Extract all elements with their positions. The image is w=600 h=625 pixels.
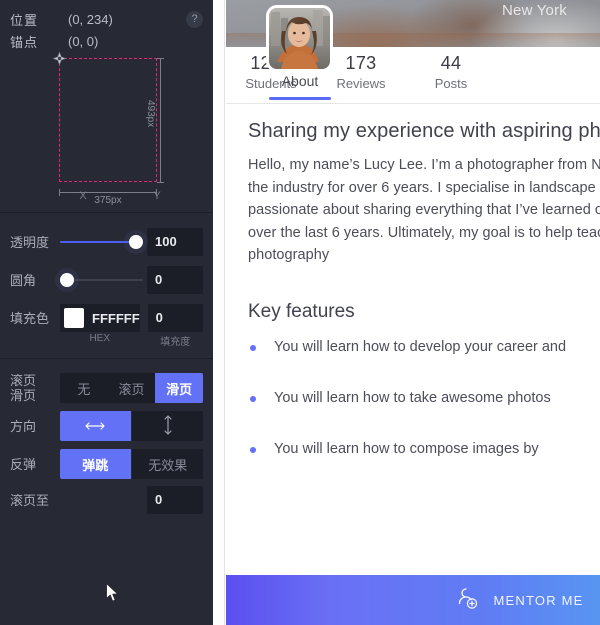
- measurement-preview: 493px 375px: [0, 46, 213, 206]
- list-item-label: You will learn how to take awesome photo…: [274, 389, 551, 406]
- avatar[interactable]: [266, 5, 333, 72]
- height-dimension-label: 493px: [145, 100, 156, 128]
- direction-label: 方向: [10, 418, 37, 434]
- scroll-mode-option-scroll[interactable]: 滚页: [107, 373, 156, 403]
- fill-hex-value[interactable]: FFFFFF: [92, 311, 140, 326]
- bounce-option-none[interactable]: 无效果: [132, 449, 203, 479]
- axis-header-row: X Y: [0, 190, 213, 212]
- direction-segmented: [60, 411, 203, 441]
- corner-radius-slider[interactable]: [60, 265, 143, 295]
- fill-opacity-value-field[interactable]: 0: [147, 304, 203, 332]
- anchor-point-icon[interactable]: [53, 52, 66, 65]
- list-item-label: You will learn how to develop your caree…: [274, 338, 567, 355]
- color-swatch[interactable]: [64, 308, 84, 328]
- position-label: 位置: [10, 12, 39, 28]
- scroll-to-value-field[interactable]: 0: [147, 486, 203, 514]
- tab-active-indicator: [269, 97, 331, 100]
- stat-posts-number: 44: [440, 53, 462, 73]
- scroll-mode-label: 滚页 滑页: [10, 373, 60, 403]
- position-row: 位置 (0, 234): [10, 8, 203, 30]
- phone-preview: New York About Students 173 Reviews 44 P…: [226, 0, 600, 625]
- opacity-value-field[interactable]: 100: [147, 228, 203, 256]
- avatar-image: [269, 8, 330, 69]
- stats-divider: [226, 103, 600, 104]
- bullet-dot-icon: [250, 344, 256, 351]
- mentor-me-label: MENTOR ME: [493, 592, 584, 608]
- hex-sub-label: HEX: [89, 333, 111, 344]
- corner-radius-slider-knob[interactable]: [60, 273, 74, 287]
- mouse-cursor: [106, 583, 119, 603]
- fill-color-row: 填充色 FFFFFF 0: [0, 299, 213, 337]
- bullet-dot-icon: [250, 395, 256, 402]
- help-icon[interactable]: ?: [186, 11, 203, 28]
- bounce-option-bounce[interactable]: 弹跳: [60, 449, 131, 479]
- scroll-section: 滚页 滑页 无 滚页 滑页 方向 反弹 弹跳 无效果 滚页至 0: [0, 359, 213, 527]
- bounce-segmented: 弹跳 无效果: [60, 449, 203, 479]
- list-item-label: You will learn how to compose images by: [274, 440, 539, 457]
- stat-posts[interactable]: 44 Posts: [406, 53, 496, 91]
- about-content[interactable]: Sharing my experience with aspiring phot…: [226, 104, 600, 460]
- scroll-to-label: 滚页至: [10, 492, 50, 508]
- mentor-me-button[interactable]: MENTOR ME: [226, 575, 600, 625]
- opacity-label: 透明度: [10, 234, 50, 250]
- scroll-mode-label-line1: 滚页: [10, 373, 37, 388]
- add-person-icon: [455, 586, 479, 615]
- fill-color-field[interactable]: FFFFFF: [60, 304, 140, 332]
- direction-option-vertical[interactable]: [132, 411, 203, 441]
- fill-color-label: 填充色: [10, 310, 50, 326]
- stat-posts-label: Posts: [434, 76, 468, 91]
- geometry-section: 位置 (0, 234) 锚点 (0, 0) ? 493px 375px X Y: [0, 0, 213, 212]
- about-heading: Sharing my experience with aspiring phot…: [248, 120, 600, 142]
- opacity-slider-fill: [60, 241, 136, 243]
- bounce-label: 反弹: [10, 456, 37, 472]
- scroll-mode-option-slide[interactable]: 滑页: [155, 373, 203, 403]
- tab-about[interactable]: About: [266, 73, 334, 89]
- opacity-slider-knob[interactable]: [129, 235, 143, 249]
- list-item: You will learn how to take awesome photo…: [248, 388, 600, 409]
- scroll-mode-label-line2: 滑页: [10, 388, 37, 403]
- opacity-slider[interactable]: [60, 227, 143, 257]
- list-item: You will learn how to compose images by: [248, 439, 600, 460]
- fill-opacity-sub-label: 填充度: [160, 337, 191, 348]
- corner-radius-value-field[interactable]: 0: [147, 266, 203, 294]
- selection-bounds[interactable]: [59, 58, 157, 182]
- scroll-mode-row: 滚页 滑页 无 滚页 滑页: [0, 369, 213, 407]
- vertical-arrow-icon: [163, 414, 173, 438]
- bullet-dot-icon: [250, 446, 256, 453]
- direction-option-horizontal[interactable]: [60, 411, 131, 441]
- corner-radius-label: 圆角: [10, 272, 37, 288]
- canvas-area: New York About Students 173 Reviews 44 P…: [213, 0, 600, 625]
- fill-sublabels-row: HEX 填充度: [0, 333, 213, 348]
- bounce-row: 反弹 弹跳 无效果: [0, 445, 213, 483]
- position-value: (0, 234): [68, 11, 113, 27]
- appearance-section: 透明度 100 圆角 0 填充色 FFFFFF 0 HEX 填充度: [0, 213, 213, 358]
- about-paragraph: Hello, my name’s Lucy Lee. I’m a photogr…: [248, 157, 600, 263]
- app-root: 位置 (0, 234) 锚点 (0, 0) ? 493px 375px X Y …: [0, 0, 600, 625]
- opacity-row: 透明度 100: [0, 223, 213, 261]
- key-features-list: You will learn how to develop your caree…: [248, 337, 600, 460]
- height-dimension-line: [157, 58, 164, 183]
- corner-radius-row: 圆角 0: [0, 261, 213, 299]
- scroll-to-row: 滚页至 0: [0, 483, 213, 517]
- axis-x-label: X: [79, 190, 87, 202]
- axis-y-label: Y: [153, 190, 161, 202]
- scroll-mode-segmented: 无 滚页 滑页: [60, 373, 203, 403]
- canvas-gutter: [213, 0, 225, 625]
- horizontal-arrow-icon: [85, 419, 105, 434]
- direction-row: 方向: [0, 407, 213, 445]
- key-features-heading: Key features: [248, 300, 355, 322]
- inspector-panel: 位置 (0, 234) 锚点 (0, 0) ? 493px 375px X Y …: [0, 0, 213, 625]
- tab-about-label: About: [281, 73, 319, 89]
- scroll-mode-option-none[interactable]: 无: [60, 373, 108, 403]
- list-item: You will learn how to develop your caree…: [248, 337, 600, 358]
